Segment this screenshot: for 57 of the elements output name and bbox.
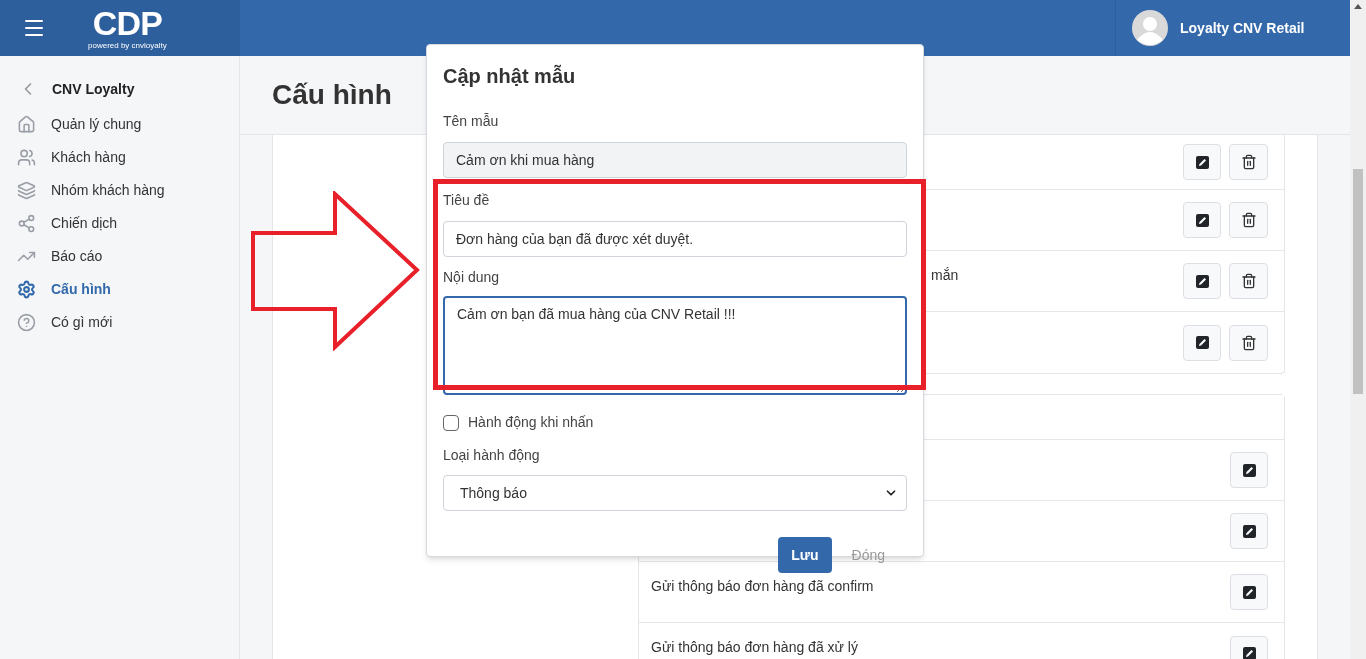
avatar-icon [1132,10,1168,46]
dialog-title: Cập nhật mẫu [443,63,577,89]
edit-icon [1195,213,1209,227]
sidebar-item[interactable]: Chiến dịch [0,207,118,240]
trash-icon [1240,154,1257,170]
sidebar-item[interactable]: Báo cáo [0,240,103,273]
row-text: mắn [931,267,959,283]
trash-icon [1240,212,1257,228]
edit-icon [1242,647,1256,659]
checkbox[interactable] [443,414,459,431]
delete-button[interactable] [1229,202,1268,238]
edit-button[interactable] [1183,263,1221,299]
layers-icon [17,181,36,200]
trash-icon [1240,334,1257,351]
users-icon [17,148,36,167]
edit-button[interactable] [1183,202,1221,238]
delete-button[interactable] [1229,263,1268,299]
edit-button[interactable] [1230,452,1268,488]
sidebar-item[interactable]: Quản lý chung [0,108,142,141]
field-label: Loại hành động [443,446,541,465]
home-icon [17,115,36,134]
share-icon [17,214,36,233]
subject-field[interactable]: Đơn hàng của bạn đã được xét duyệt. [443,221,907,257]
logo-tagline: powered by cnvloyalty [88,41,167,50]
help-icon [17,313,36,332]
edit-icon [1242,463,1256,477]
field-label: Nội dung [443,268,501,287]
edit-icon [1195,274,1209,288]
edit-icon [1195,155,1209,169]
edit-icon [1195,336,1209,349]
edit-button[interactable] [1183,324,1221,361]
edit-icon [1242,585,1256,599]
logo-text: CDP [92,6,162,40]
scroll-up-icon [1354,4,1362,9]
page-title: Cấu hình [272,78,392,112]
delete-button[interactable] [1229,144,1268,180]
action-type-select[interactable]: Thông báo [443,475,907,511]
row-text: Gửi thông báo đơn hàng đã confirm [651,578,874,594]
trash-icon [1240,273,1257,289]
back-link[interactable]: CNV Loyalty [0,78,135,100]
field-label: Tiêu đề [443,191,491,210]
edit-icon [1242,524,1256,538]
settings-icon [17,280,36,299]
edit-button[interactable] [1230,513,1268,549]
sidebar-item[interactable]: Cấu hình [0,273,111,306]
checkbox-label: Hành động khi nhấn [468,413,594,432]
edit-button[interactable] [1183,144,1221,180]
field-label: Tên mẫu [443,112,500,131]
save-button[interactable]: Lưu [778,537,832,573]
sidebar-item[interactable]: Có gì mới [0,306,113,339]
row-text: Gửi thông báo đơn hàng đã xử lý [651,639,858,655]
delete-button[interactable] [1229,324,1268,361]
edit-button[interactable] [1230,574,1268,610]
sidebar-item[interactable]: Khách hàng [0,141,126,174]
content-field[interactable]: Cảm ơn bạn đã mua hàng của CNV Retail !!! [443,296,907,395]
sidebar-item[interactable]: Nhóm khách hàng [0,174,165,207]
user-name: Loyalty CNV Retail [1180,18,1305,38]
